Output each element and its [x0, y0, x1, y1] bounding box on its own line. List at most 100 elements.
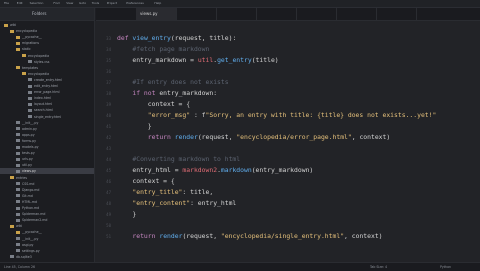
tree-file[interactable]: Git.md — [0, 193, 94, 199]
tree-folder[interactable]: wiki — [0, 223, 94, 229]
menu-item-project[interactable]: Project — [107, 0, 117, 7]
tree-label: settings.py — [22, 248, 40, 253]
folder-icon — [16, 230, 20, 234]
menu-item-help[interactable]: Help — [154, 0, 161, 7]
menu-item-preferences[interactable]: Preferences — [126, 0, 144, 7]
tree-file[interactable]: edit_entry.html — [0, 83, 94, 89]
tree-folder[interactable]: __pycache__ — [0, 229, 94, 235]
tree-file[interactable]: models.py — [0, 144, 94, 150]
file-icon — [28, 102, 32, 106]
tree-label: create_entry.html — [34, 77, 62, 82]
tree-folder[interactable]: encyclopedia — [0, 71, 94, 77]
tree-file[interactable]: apps.py — [0, 132, 94, 138]
tree-file[interactable]: error_page.html — [0, 89, 94, 95]
editor-tab[interactable] — [176, 8, 217, 20]
code-line[interactable]: entry_markdown = util.get_entry(title) — [117, 55, 278, 66]
tree-folder[interactable]: migrations — [0, 40, 94, 46]
tree-file[interactable]: Spiderman2.md — [0, 217, 94, 223]
tree-file[interactable]: admin.py — [0, 126, 94, 132]
code-line[interactable]: "entry_content": entry_html — [117, 198, 236, 209]
line-number: 35 — [106, 58, 111, 63]
tree-folder[interactable]: templates — [0, 65, 94, 71]
tree-file[interactable]: Spiderman.md — [0, 211, 94, 217]
tree-file[interactable]: HTML.md — [0, 199, 94, 205]
editor-tab[interactable] — [256, 8, 297, 20]
tree-folder[interactable]: static — [0, 46, 94, 52]
menu-item-edit[interactable]: Edit — [17, 0, 23, 7]
tree-label: entries — [16, 175, 28, 180]
tree-folder[interactable]: encyclopedia — [0, 53, 94, 59]
code-line[interactable]: #Converting markdown to html — [117, 154, 240, 165]
line-number: 39 — [106, 102, 111, 107]
tree-file[interactable]: views.py — [0, 168, 94, 175]
tree-file[interactable]: index.html — [0, 95, 94, 101]
tree-folder[interactable]: __pycache__ — [0, 34, 94, 40]
menu-item-tools[interactable]: Tools — [92, 0, 99, 7]
tree-folder[interactable]: encyclopedia — [0, 28, 94, 34]
tree-file[interactable]: forms.py — [0, 138, 94, 144]
code-line[interactable]: entry_html = markdown2.markdown(entry_ma… — [117, 165, 313, 176]
editor-tab[interactable] — [96, 8, 137, 20]
line-number: 33 — [106, 36, 111, 41]
menu-item-file[interactable]: File — [4, 0, 9, 7]
tree-file[interactable]: __init__.py — [0, 236, 94, 242]
code-line[interactable]: def view_entry(request, title): — [117, 33, 236, 44]
tree-folder[interactable]: wiki — [0, 22, 94, 28]
code-line[interactable]: context = { — [117, 99, 190, 110]
tree-file[interactable]: create_entry.html — [0, 77, 94, 83]
tree-label: index.html — [34, 96, 51, 101]
menu-item-find[interactable]: Find — [53, 0, 59, 7]
code-line[interactable]: return render(request, "encyclopedia/err… — [117, 132, 390, 143]
menu-item-view[interactable]: View — [66, 0, 73, 7]
tree-label: __init__.py — [22, 236, 39, 241]
file-icon — [28, 115, 32, 118]
editor-tab[interactable]: views.py — [136, 8, 177, 20]
code-line[interactable]: "error_msg" : f"Sorry, an entry with tit… — [117, 110, 437, 121]
tree-file[interactable]: __init__.py — [0, 120, 94, 126]
code-line[interactable]: return render(request, "encyclopedia/sin… — [117, 231, 382, 242]
code-line[interactable]: context = { — [117, 176, 174, 187]
code-line[interactable]: #fetch page markdown — [117, 44, 209, 55]
editor-tab[interactable] — [296, 8, 337, 20]
editor-tab[interactable] — [216, 8, 257, 20]
tree-label: wiki — [10, 23, 17, 27]
tree-label: layout.html — [34, 102, 53, 107]
menu-item-selection[interactable]: Selection — [30, 0, 44, 7]
tree-label: apps.py — [22, 132, 35, 137]
tree-file[interactable]: search.html — [0, 107, 94, 113]
tree-file[interactable]: Python.md — [0, 205, 94, 211]
tree-file[interactable]: CSS.md — [0, 181, 94, 187]
folder-icon — [22, 72, 26, 76]
tree-file[interactable]: settings.py — [0, 248, 94, 254]
code-line[interactable]: "entry_title": title, — [117, 187, 213, 198]
code-editor[interactable]: 33 def view_entry(request, title): 34 #fet… — [95, 21, 480, 262]
tree-file[interactable]: single_entry.html — [0, 114, 94, 120]
code-line[interactable]: if not entry_markdown: — [117, 88, 217, 99]
line-number: 36 — [106, 69, 111, 74]
file-icon — [28, 78, 32, 82]
tree-file[interactable]: layout.html — [0, 101, 94, 107]
tree-file[interactable]: styles.css — [0, 59, 94, 65]
code-line[interactable]: #If entry does not exists — [117, 77, 228, 88]
line-number: 43 — [106, 146, 111, 151]
editor-tab[interactable] — [336, 8, 377, 20]
file-icon — [16, 194, 20, 198]
tree-label: CSS.md — [22, 181, 35, 186]
tree-file[interactable]: db.sqlite3 — [0, 254, 94, 260]
tree-label: styles.css — [34, 59, 50, 64]
line-number: 38 — [106, 91, 111, 96]
tree-file[interactable]: asgi.py — [0, 242, 94, 248]
file-icon — [28, 108, 32, 112]
tree-folder[interactable]: entries — [0, 175, 94, 181]
tree-file[interactable]: urls.py — [0, 156, 94, 162]
file-icon — [16, 133, 20, 137]
sidebar-title: Folders — [32, 11, 47, 16]
editor-tab[interactable] — [376, 8, 417, 20]
tree-file[interactable]: util.py — [0, 162, 94, 168]
tree-file[interactable]: Django.md — [0, 187, 94, 193]
menu-item-goto[interactable]: Goto — [79, 0, 86, 7]
code-line[interactable]: } — [117, 121, 152, 132]
tree-file[interactable]: tests.py — [0, 150, 94, 156]
tree-label: util.py — [22, 163, 32, 168]
code-line[interactable]: } — [117, 209, 136, 220]
